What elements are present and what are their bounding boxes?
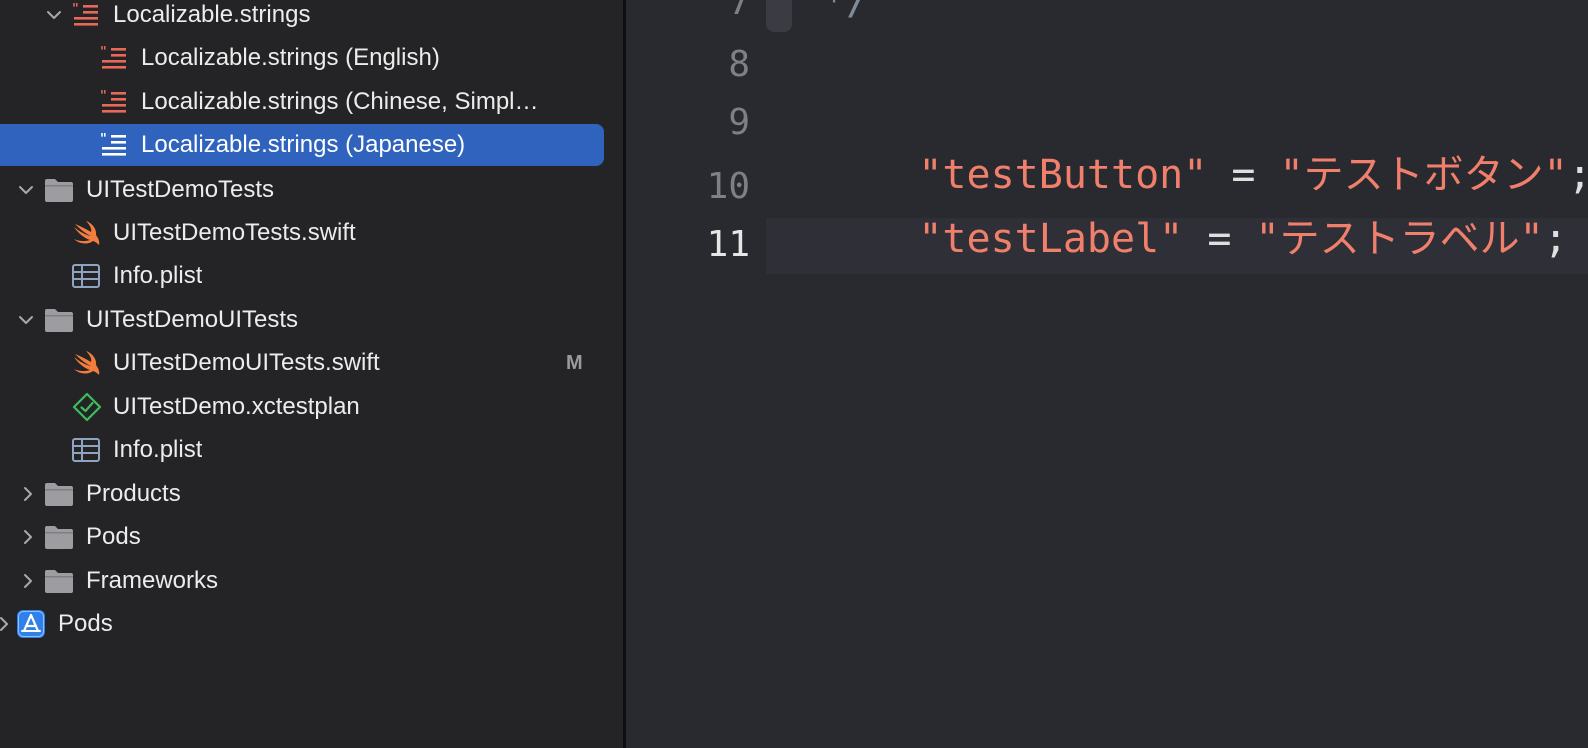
- nav-item-label: Info.plist: [113, 262, 203, 289]
- folder-icon: [44, 479, 74, 509]
- nav-item-label: Pods: [86, 523, 141, 550]
- nav-group-frameworks[interactable]: Frameworks: [0, 561, 623, 601]
- plist-file-icon: [71, 435, 101, 465]
- chevron-down-icon[interactable]: [44, 5, 64, 25]
- chevron-right-icon[interactable]: [18, 571, 38, 591]
- nav-item-label: UITestDemoTests: [86, 176, 275, 203]
- semicolon: ;: [1568, 152, 1588, 198]
- strings-file-icon: ": [99, 87, 129, 117]
- folder-icon: [44, 175, 74, 205]
- modified-badge: M: [566, 351, 583, 374]
- project-navigator: " Localizable.strings " Localizable.stri…: [0, 0, 623, 748]
- nav-item-label: Localizable.strings (English): [141, 44, 440, 71]
- svg-text:": ": [100, 89, 107, 104]
- string-value: "テストラベル": [1255, 216, 1544, 262]
- code-line-10: "testLabel" = "テストラベル";: [822, 160, 1568, 310]
- nav-item-localizable-english[interactable]: " Localizable.strings (English): [0, 38, 623, 78]
- line-number: 10: [706, 166, 750, 207]
- svg-text:": ": [72, 2, 79, 17]
- nav-item-localizable-strings[interactable]: " Localizable.strings: [0, 0, 623, 35]
- nav-group-uitestdemouitests[interactable]: UITestDemoUITests: [0, 300, 623, 340]
- plist-file-icon: [71, 261, 101, 291]
- line-number: 9: [728, 102, 750, 143]
- code-fold-ribbon[interactable]: [766, 0, 792, 32]
- nav-item-label: Products: [86, 480, 181, 507]
- semicolon: ;: [1543, 216, 1568, 262]
- nav-item-label: UITestDemo.xctestplan: [113, 393, 360, 420]
- chevron-right-icon[interactable]: [18, 527, 38, 547]
- folder-icon: [44, 305, 74, 335]
- nav-item-localizable-japanese[interactable]: " Localizable.strings (Japanese): [0, 124, 623, 166]
- chevron-right-icon[interactable]: [18, 484, 38, 504]
- nav-item-label: Pods: [58, 610, 113, 637]
- nav-item-label: UITestDemoUITests: [86, 306, 299, 333]
- strings-file-icon: ": [71, 0, 101, 30]
- folder-icon: [44, 522, 74, 552]
- nav-item-localizable-chinese[interactable]: " Localizable.strings (Chinese, Simpl…: [0, 82, 623, 122]
- strings-file-icon: ": [99, 130, 129, 160]
- nav-item-xctestplan[interactable]: UITestDemo.xctestplan: [0, 387, 623, 427]
- string-key: "testLabel": [918, 216, 1184, 262]
- svg-text:": ": [100, 132, 107, 147]
- nav-project-pods[interactable]: Pods: [0, 604, 623, 644]
- nav-item-label: UITestDemoTests.swift: [113, 219, 356, 246]
- nav-item-label: Localizable.strings: [113, 1, 311, 28]
- testplan-icon: [72, 392, 102, 422]
- chevron-down-icon[interactable]: [16, 180, 36, 200]
- svg-text:": ": [100, 45, 107, 60]
- nav-item-label: Localizable.strings (Chinese, Simpl…: [141, 88, 539, 115]
- nav-item-uitestdemotests-swift[interactable]: UITestDemoTests.swift: [0, 213, 623, 253]
- nav-item-uitestdemouitests-swift[interactable]: UITestDemoUITests.swift M: [0, 343, 623, 383]
- nav-item-label: Frameworks: [86, 567, 219, 594]
- nav-group-products[interactable]: Products: [0, 474, 623, 514]
- source-editor[interactable]: 7 */ 8 9 "testButton" = "テストボタン"; 10 "te…: [626, 0, 1588, 748]
- nav-group-pods[interactable]: Pods: [0, 517, 623, 557]
- line-number: 8: [728, 44, 750, 85]
- nav-group-uitestdemotests[interactable]: UITestDemoTests: [0, 170, 623, 210]
- nav-item-info-plist[interactable]: Info.plist: [0, 256, 623, 296]
- nav-item-label: Info.plist: [113, 436, 203, 463]
- code-line-7: */: [822, 0, 871, 24]
- nav-item-label: Localizable.strings (Japanese): [141, 131, 466, 158]
- line-number: 7: [728, 0, 750, 23]
- nav-item-label: UITestDemoUITests.swift: [113, 349, 380, 376]
- line-number: 11: [706, 224, 750, 265]
- assignment-operator: =: [1183, 216, 1256, 262]
- strings-file-icon: ": [99, 43, 129, 73]
- folder-icon: [44, 566, 74, 596]
- swift-file-icon: [72, 218, 102, 248]
- swift-file-icon: [72, 348, 102, 378]
- chevron-right-icon[interactable]: [0, 614, 14, 634]
- xcode-project-icon: [16, 609, 46, 639]
- nav-item-info-plist-uitests[interactable]: Info.plist: [0, 430, 623, 470]
- chevron-down-icon[interactable]: [16, 310, 36, 330]
